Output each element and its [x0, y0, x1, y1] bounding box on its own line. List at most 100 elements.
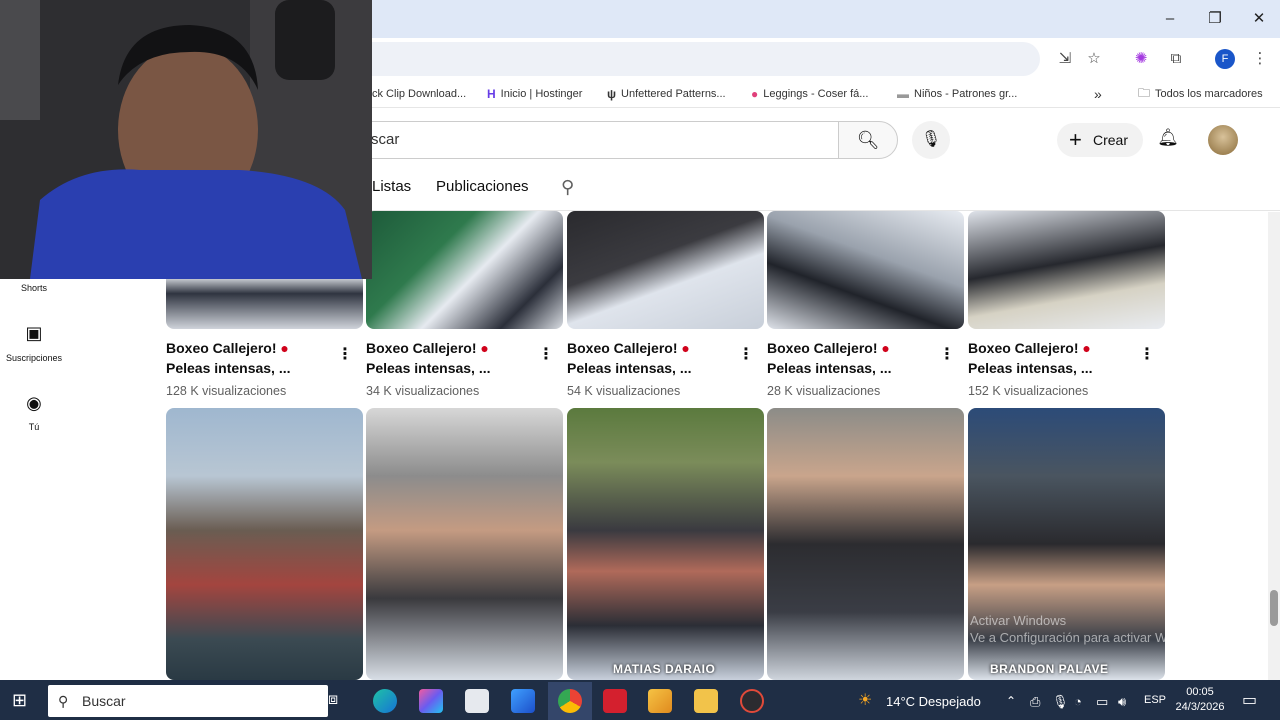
clock[interactable]: 00:05 24/3/2026 — [1172, 685, 1228, 715]
webcam-overlay — [0, 0, 372, 279]
create-button[interactable]: + Crear — [1057, 123, 1143, 157]
all-bookmarks-folder[interactable]: 🗀 Todos los marcadores — [1138, 86, 1263, 102]
channel-search-icon[interactable]: ⚲ — [561, 177, 574, 198]
video-views: 34 K visualizaciones — [366, 384, 480, 398]
notifications-icon[interactable]: ▭ — [1242, 690, 1257, 710]
boxing-glove-icon: ● — [480, 340, 489, 356]
tab-publicaciones[interactable]: Publicaciones — [436, 178, 529, 195]
weather-icon[interactable]: ☀ — [858, 690, 872, 710]
menu-icon[interactable]: ⋮ — [1249, 48, 1271, 70]
store-icon[interactable] — [648, 689, 672, 713]
plus-icon: + — [1069, 127, 1082, 152]
tray-chevron-icon[interactable]: ⌃ — [1006, 694, 1016, 708]
search-icon: 🔍︎ — [856, 130, 880, 150]
bookmark-item[interactable]: H Inicio | Hostinger — [487, 86, 582, 102]
address-bar[interactable] — [300, 42, 1040, 76]
bookmark-item[interactable]: ▬ Niños - Patrones gr... — [897, 86, 1017, 102]
extension-color-icon[interactable]: ✺ — [1130, 48, 1152, 70]
mic-tray-icon[interactable]: 🎙︎ — [1052, 694, 1069, 710]
subscriptions-icon[interactable]: ▣ — [22, 323, 46, 345]
more-options-icon[interactable]: ⋮ — [738, 344, 754, 364]
close-window-button[interactable]: ✕ — [1236, 6, 1280, 32]
thumbnail-caption: MATIAS DARAIO — [613, 662, 716, 676]
hostinger-icon: H — [487, 87, 496, 101]
bookmark-item[interactable]: ck Clip Download... — [372, 86, 466, 102]
video-thumbnail[interactable] — [968, 211, 1165, 329]
video-title[interactable]: Boxeo Callejero! ● Peleas intensas, ... — [767, 338, 937, 378]
ninos-icon: ▬ — [897, 87, 909, 101]
bookmark-label: Leggings - Coser fá... — [763, 88, 869, 100]
bookmark-label: ck Clip Download... — [372, 88, 467, 100]
taskbar-search-input[interactable]: ⚲ Buscar — [48, 685, 328, 717]
recorder-icon[interactable] — [740, 689, 764, 713]
bookmark-label: Inicio | Hostinger — [500, 88, 583, 100]
create-label: Crear — [1093, 132, 1129, 148]
maximize-button[interactable]: ❐ — [1192, 6, 1238, 32]
mic-icon: 🎙︎ — [920, 131, 942, 148]
wps-icon[interactable] — [603, 689, 627, 713]
more-options-icon[interactable]: ⋮ — [939, 344, 955, 364]
weather-text[interactable]: 14°C Despejado — [886, 694, 981, 709]
bookmark-label: Niños - Patrones gr... — [914, 88, 1018, 100]
volume-icon[interactable]: 🔊︎ — [1118, 694, 1126, 710]
video-thumbnail[interactable] — [767, 408, 964, 680]
boxing-glove-icon: ● — [681, 340, 690, 356]
bookmark-item[interactable]: ψ Unfettered Patterns... — [607, 86, 726, 102]
leggings-icon: ● — [751, 87, 759, 101]
task-view-icon[interactable]: ⧈ — [328, 691, 338, 709]
search-input[interactable]: scar — [300, 121, 840, 159]
video-title[interactable]: Boxeo Callejero! ● Peleas intensas, ... — [166, 338, 336, 378]
language-indicator[interactable]: ESP — [1144, 694, 1166, 706]
sidebar-item-you[interactable]: Tú — [0, 422, 68, 432]
webcam-person-image — [0, 0, 372, 279]
more-options-icon[interactable]: ⋮ — [538, 344, 554, 364]
you-icon[interactable]: ◉ — [22, 393, 46, 415]
video-views: 28 K visualizaciones — [767, 384, 881, 398]
notepad-icon[interactable] — [465, 689, 489, 713]
notifications-bell-icon[interactable]: 🔔︎ — [1156, 128, 1180, 152]
minimize-button[interactable]: – — [1147, 6, 1193, 32]
star-icon[interactable]: ☆ — [1083, 48, 1105, 70]
install-icon[interactable]: ⇲ — [1054, 48, 1076, 70]
sidebar-item-subscriptions[interactable]: Suscripciones — [0, 353, 68, 363]
battery-icon[interactable]: ▭ — [1096, 694, 1108, 710]
video-title[interactable]: Boxeo Callejero! ● Peleas intensas, ... — [968, 338, 1138, 378]
scrollbar-thumb[interactable] — [1270, 590, 1278, 626]
video-thumbnail[interactable] — [366, 211, 563, 329]
boxing-glove-icon: ● — [280, 340, 289, 356]
avatar[interactable] — [1208, 125, 1238, 155]
windows-start-icon[interactable]: ⊞ — [12, 690, 27, 711]
search-icon: ⚲ — [58, 693, 69, 709]
bookmark-item[interactable]: ● Leggings - Coser fá... — [751, 86, 868, 102]
video-thumbnail[interactable] — [567, 211, 764, 329]
chrome-icon[interactable] — [558, 689, 582, 713]
video-views: 54 K visualizaciones — [567, 384, 681, 398]
video-title[interactable]: Boxeo Callejero! ● Peleas intensas, ... — [366, 338, 536, 378]
video-title[interactable]: Boxeo Callejero! ● Peleas intensas, ... — [567, 338, 737, 378]
copilot-icon[interactable] — [419, 689, 443, 713]
video-thumbnail[interactable] — [767, 211, 964, 329]
usb-icon[interactable]: ⎙ — [1030, 694, 1040, 710]
boxing-glove-icon: ● — [1082, 340, 1091, 356]
more-options-icon[interactable]: ⋮ — [1139, 344, 1155, 364]
mail-icon[interactable] — [511, 689, 535, 713]
bookmark-label: Unfettered Patterns... — [621, 88, 726, 100]
file-explorer-icon[interactable] — [694, 689, 718, 713]
voice-search-button[interactable]: 🎙︎ — [912, 121, 950, 159]
wp-icon: ψ — [607, 87, 617, 101]
bookmarks-more-button[interactable]: » — [1094, 86, 1102, 102]
all-bookmarks-label: Todos los marcadores — [1155, 88, 1263, 100]
video-thumbnail[interactable] — [166, 408, 363, 680]
profile-icon[interactable]: F — [1215, 49, 1235, 69]
puzzle-icon[interactable]: ⧉ — [1165, 48, 1187, 70]
more-options-icon[interactable]: ⋮ — [337, 344, 353, 364]
search-button[interactable]: 🔍︎ — [838, 121, 898, 159]
video-views: 128 K visualizaciones — [166, 384, 287, 398]
tab-listas[interactable]: Listas — [372, 178, 411, 195]
network-icon[interactable]: ◔ — [1074, 694, 1082, 709]
windows-activation-watermark: Activar Windows Ve a Configuración para a… — [970, 613, 1212, 645]
sidebar-item-shorts[interactable]: Shorts — [0, 283, 68, 293]
edge-icon[interactable] — [373, 689, 397, 713]
video-thumbnail[interactable] — [366, 408, 563, 680]
video-thumbnail[interactable]: MATIAS DARAIO — [567, 408, 764, 680]
